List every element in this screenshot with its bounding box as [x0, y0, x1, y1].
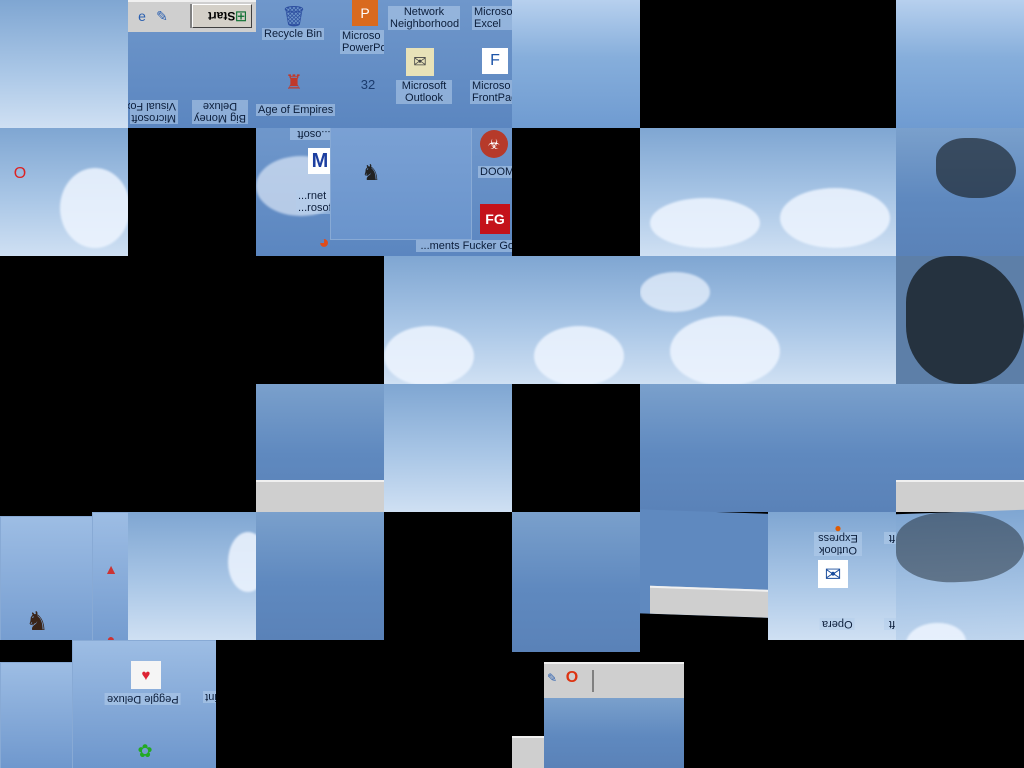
32bit-icon[interactable]: 32 [352, 68, 384, 100]
powerpoint-label-line2: PowerPo [342, 42, 384, 54]
empty-slot [0, 256, 384, 384]
cube-face-right: ▲ ● [92, 512, 128, 640]
empty-slot [216, 640, 384, 768]
excel-label-line1: Microso [474, 6, 512, 18]
ie-icon[interactable]: M [308, 148, 332, 174]
puzzle-tile[interactable] [256, 384, 384, 512]
doom-icon[interactable]: ☣ [480, 130, 508, 158]
puzzle-tile-desktop[interactable]: Network Neighborhood Microso Excel ✉ Mic… [384, 0, 512, 128]
puzzle-tile[interactable] [512, 0, 640, 128]
puzzle-tile-desktop[interactable]: M ...osoft ...rnet Inte... ...rosoft ◕ ♞… [256, 128, 512, 256]
empty-slot [384, 512, 512, 768]
app-icon[interactable]: ✿ [129, 735, 161, 767]
puzzle-tile-cube[interactable]: ♞ ▲ ● [0, 512, 128, 640]
outlook-express-icon[interactable]: ✉ [818, 560, 848, 588]
puzzle-tile[interactable] [384, 256, 640, 384]
opera-icon[interactable]: O [4, 158, 36, 190]
puzzle-tile[interactable] [896, 384, 1024, 512]
outlook-label-line2: Outlook [405, 92, 443, 104]
taskbar-fragment [896, 480, 1024, 512]
puzzle-tile[interactable] [0, 0, 128, 128]
age-of-empires-icon[interactable]: ♜ [278, 66, 310, 98]
outlook-label-line1: Microsoft [401, 80, 447, 92]
opera-quicklaunch-icon[interactable]: O [560, 666, 584, 690]
peggle-label[interactable]: Peggle Deluxe [105, 693, 181, 705]
partial-label: ft [884, 618, 896, 630]
empty-slot [128, 128, 256, 256]
bigmoney-label-line1: Big Money [194, 112, 246, 124]
puzzle-tile[interactable] [640, 384, 896, 512]
puzzle-tile[interactable]: O [0, 128, 128, 256]
puzzle-tile[interactable] [512, 512, 640, 652]
powerpoint-label-line1: Microso [342, 30, 381, 42]
puzzle-tile[interactable] [384, 384, 512, 512]
puzzle-tile[interactable] [256, 512, 384, 640]
outlook-express-label-line2: Express [818, 532, 858, 544]
frontpage-label[interactable]: Microso FrontPag [470, 80, 512, 104]
screen: { "taskbar": { "start_label": "Start" },… [0, 0, 1024, 768]
frontpage-label-line2: FrontPag [472, 92, 512, 104]
network-neighborhood-label[interactable]: Network Neighborhood [388, 6, 460, 30]
app-icon: ▲ [104, 561, 118, 577]
excel-label-line2: Excel [474, 18, 501, 30]
puzzle-tile[interactable] [640, 128, 896, 256]
taskbar: e ✎ Start ⊞ [128, 0, 256, 32]
partial-label: ft [884, 532, 896, 544]
app-icon: ● [106, 631, 116, 640]
rotating-cube-face: ♞ [330, 128, 472, 240]
puzzle-tile[interactable] [896, 256, 1024, 384]
puzzle-tile-desktop[interactable]: 🗑 Recycle Bin P Microso PowerPo ♜ Age of… [256, 0, 384, 128]
frontpage-icon[interactable]: F [482, 48, 508, 74]
excel-label[interactable]: Microso Excel [472, 6, 512, 30]
taskbar-fragment: ✎ O [544, 662, 684, 700]
empty-slot [640, 0, 896, 128]
fg-label[interactable]: ...ments Fucker Go [416, 240, 512, 252]
bigmoney-label[interactable]: Big Money Deluxe [192, 100, 248, 124]
taskbar-separator [592, 670, 594, 692]
puzzle-tile-cube[interactable]: ♥ Peggle Deluxe ✿ int [0, 640, 216, 768]
powerpoint-label[interactable]: Microso PowerPo [340, 30, 384, 54]
foxpro-label-line2: Visual Fox [128, 100, 176, 112]
opera-label[interactable]: Opera [820, 618, 855, 630]
puzzle-tile-desktop[interactable]: ● Outlook Express ✉ Opera ft ft [768, 512, 896, 640]
foxpro-label-line1: Microsoft [131, 112, 176, 124]
powerpoint-icon[interactable]: P [352, 0, 378, 26]
empty-slot [512, 384, 640, 512]
cube-face [0, 662, 74, 768]
partial-label: int [203, 691, 216, 703]
figure-icon: ♞ [361, 160, 381, 185]
browser-quicklaunch-icon[interactable]: ✎ [544, 666, 560, 690]
taskbar-fragment [512, 736, 544, 768]
empty-slot [684, 640, 1024, 768]
cube-face: ♥ Peggle Deluxe ✿ int [72, 640, 216, 768]
puzzle-tile[interactable] [896, 0, 1024, 128]
puzzle-tile[interactable] [896, 128, 1024, 256]
cube-face-left: ♞ [0, 516, 94, 640]
outlook-icon[interactable]: ✉ [406, 48, 434, 76]
recycle-bin-label[interactable]: Recycle Bin [262, 28, 325, 40]
ie-quicklaunch-icon[interactable]: e [132, 2, 152, 30]
fg-icon[interactable]: FG [480, 204, 510, 234]
puzzle-tile [544, 698, 684, 768]
foxpro-label[interactable]: Microsoft Visual Fox [128, 100, 178, 124]
bigmoney-label-line2: Deluxe [202, 100, 238, 112]
peggle-icon[interactable]: ♥ [131, 661, 161, 689]
figure-icon: ♞ [25, 605, 49, 636]
frontpage-label-line1: Microso [472, 80, 511, 92]
outlook-label[interactable]: Microsoft Outlook [396, 80, 452, 104]
browser-quicklaunch-icon[interactable]: ✎ [152, 2, 172, 30]
empty-slot [0, 384, 256, 512]
puzzle-tile[interactable] [128, 512, 256, 640]
outlook-express-label-line1: Outlook [819, 544, 857, 556]
puzzle-tile[interactable] [640, 256, 896, 384]
taskbar-fragment [256, 480, 384, 512]
windows-logo-icon: ⊞ [234, 8, 248, 25]
outlook-express-label[interactable]: Outlook Express [814, 532, 862, 556]
puzzle-tile-taskbar-flipped[interactable]: e ✎ Start ⊞ Microsoft Visual Fox Big Mon… [128, 0, 256, 128]
puzzle-tile-taskbar[interactable]: ✎ O [512, 652, 684, 768]
age-of-empires-label[interactable]: Age of Empires [256, 104, 336, 116]
doom-label[interactable]: DOOM [478, 166, 512, 178]
